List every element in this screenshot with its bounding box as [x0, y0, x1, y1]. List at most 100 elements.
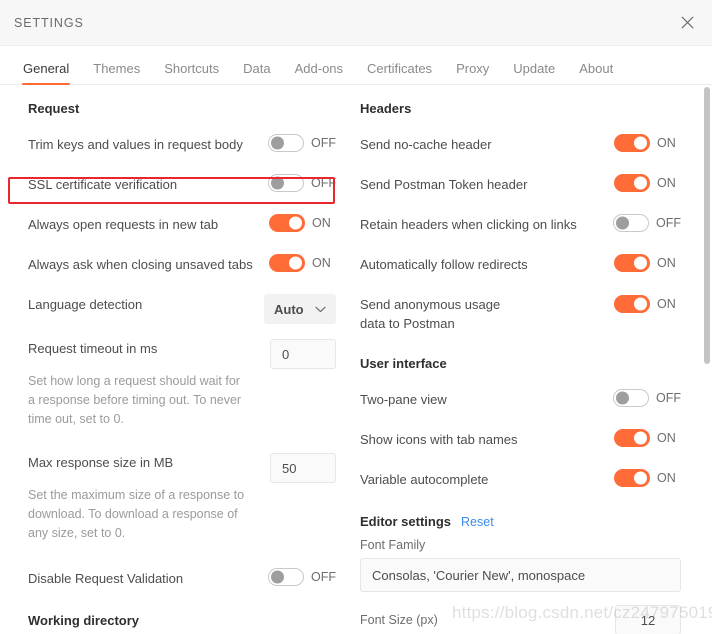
- toggle-send-no-cache-header[interactable]: ON: [614, 134, 681, 152]
- toggle-knob: [634, 297, 647, 311]
- toggle-ssl-certificate-verification[interactable]: OFF: [268, 174, 336, 192]
- setting-row-trim-keys: Trim keys and values in request body OFF: [28, 125, 336, 165]
- font-size-label: Font Size (px): [360, 613, 438, 627]
- toggle-state-label: ON: [657, 297, 676, 311]
- toggle-state-label: ON: [657, 256, 676, 270]
- toggle-switch[interactable]: [268, 568, 304, 586]
- setting-label: Request timeout in ms: [28, 341, 158, 356]
- toggle-variable-autocomplete[interactable]: ON: [614, 469, 681, 487]
- setting-label: Max response size in MB: [28, 455, 174, 470]
- toggle-switch[interactable]: [268, 174, 304, 192]
- toggle-disable-request-validation[interactable]: OFF: [268, 568, 336, 586]
- setting-row-disable-request-validation: Disable Request Validation OFF: [28, 559, 336, 599]
- toggle-knob: [289, 256, 302, 270]
- font-family-input[interactable]: Consolas, 'Courier New', monospace: [360, 558, 681, 592]
- tab-general[interactable]: General: [11, 62, 81, 85]
- toggle-send-anonymous-usage-data[interactable]: ON: [614, 295, 681, 313]
- toggle-switch[interactable]: [613, 389, 649, 407]
- toggle-always-open-new-tab[interactable]: ON: [269, 214, 336, 232]
- tab-about[interactable]: About: [567, 62, 625, 84]
- toggle-state-label: OFF: [656, 391, 681, 405]
- setting-row-show-icons-with-tab-names: Show icons with tab names ON: [360, 420, 681, 460]
- toggle-show-icons-with-tab-names[interactable]: ON: [614, 429, 681, 447]
- toggle-switch[interactable]: [613, 214, 649, 232]
- toggle-retain-headers[interactable]: OFF: [613, 214, 681, 232]
- toggle-state-label: ON: [657, 431, 676, 445]
- tab-proxy[interactable]: Proxy: [444, 62, 501, 84]
- max-response-size-input[interactable]: 50: [270, 453, 336, 483]
- section-title-editor-settings: Editor settings: [360, 514, 452, 529]
- setting-row-always-ask-unsaved-tabs: Always ask when closing unsaved tabs ON: [28, 245, 336, 285]
- toggle-switch[interactable]: [614, 429, 650, 447]
- left-column: Request Trim keys and values in request …: [0, 101, 350, 634]
- setting-label: Disable Request Validation: [28, 571, 184, 586]
- toggle-follow-redirects[interactable]: ON: [614, 254, 681, 272]
- tab-certificates[interactable]: Certificates: [355, 62, 444, 84]
- toggle-knob: [616, 216, 629, 230]
- setting-label: Always ask when closing unsaved tabs: [28, 257, 253, 272]
- toggle-state-label: OFF: [311, 136, 336, 150]
- toggle-knob: [634, 136, 647, 150]
- toggle-knob: [616, 391, 629, 405]
- scrollbar-thumb[interactable]: [704, 87, 710, 364]
- toggle-switch[interactable]: [614, 174, 650, 192]
- request-timeout-input[interactable]: 0: [270, 339, 336, 369]
- tab-themes[interactable]: Themes: [81, 62, 152, 84]
- setting-description: Set the maximum size of a response to do…: [28, 488, 245, 540]
- tab-shortcuts[interactable]: Shortcuts: [152, 62, 231, 84]
- close-button[interactable]: [676, 12, 698, 34]
- setting-row-follow-redirects: Automatically follow redirects ON: [360, 245, 681, 285]
- section-title-user-interface: User interface: [360, 356, 447, 371]
- toggle-switch[interactable]: [614, 254, 650, 272]
- toggle-switch[interactable]: [614, 134, 650, 152]
- toggle-knob: [271, 136, 284, 150]
- toggle-switch[interactable]: [269, 254, 305, 272]
- setting-row-send-no-cache-header: Send no-cache header ON: [360, 125, 681, 165]
- toggle-always-ask-unsaved-tabs[interactable]: ON: [269, 254, 336, 272]
- toggle-switch[interactable]: [269, 214, 305, 232]
- toggle-state-label: ON: [312, 256, 331, 270]
- reset-editor-settings-link[interactable]: Reset: [461, 515, 494, 529]
- setting-label: Always open requests in new tab: [28, 217, 219, 232]
- tab-data[interactable]: Data: [231, 62, 282, 84]
- toggle-state-label: OFF: [311, 570, 336, 584]
- title-bar: SETTINGS: [0, 0, 712, 46]
- setting-row-two-pane-view: Two-pane view OFF: [360, 380, 681, 420]
- setting-row-ssl-certificate-verification: SSL certificate verification OFF: [28, 165, 336, 205]
- setting-label: Two-pane view: [360, 392, 447, 407]
- setting-label: SSL certificate verification: [28, 177, 178, 192]
- toggle-state-label: ON: [657, 176, 676, 190]
- font-size-input[interactable]: 12: [615, 605, 681, 634]
- setting-label: Variable autocomplete: [360, 472, 489, 487]
- editor-settings-header: Editor settings Reset: [360, 514, 681, 529]
- select-value: Auto: [274, 301, 304, 317]
- toggle-knob: [271, 570, 284, 584]
- page-title: SETTINGS: [14, 15, 84, 30]
- setting-label: Send anonymous usage data to Postman: [360, 297, 501, 331]
- toggle-knob: [634, 256, 647, 270]
- toggle-switch[interactable]: [614, 295, 650, 313]
- tab-add-ons[interactable]: Add-ons: [283, 62, 355, 84]
- toggle-knob: [271, 176, 284, 190]
- toggle-switch[interactable]: [614, 469, 650, 487]
- toggle-trim-keys[interactable]: OFF: [268, 134, 336, 152]
- setting-row-send-anonymous-usage-data: Send anonymous usage data to Postman ON: [360, 285, 681, 342]
- toggle-two-pane-view[interactable]: OFF: [613, 389, 681, 407]
- setting-label: Show icons with tab names: [360, 432, 518, 447]
- toggle-send-postman-token-header[interactable]: ON: [614, 174, 681, 192]
- settings-content: Request Trim keys and values in request …: [0, 85, 712, 634]
- vertical-scrollbar[interactable]: [702, 85, 712, 634]
- language-detection-select[interactable]: Auto: [264, 294, 336, 324]
- toggle-state-label: OFF: [311, 176, 336, 190]
- setting-label: Retain headers when clicking on links: [360, 217, 577, 232]
- setting-description: Set how long a request should wait for a…: [28, 374, 242, 426]
- setting-row-send-postman-token-header: Send Postman Token header ON: [360, 165, 681, 205]
- settings-tabs: General Themes Shortcuts Data Add-ons Ce…: [0, 46, 712, 85]
- toggle-state-label: OFF: [656, 216, 681, 230]
- setting-row-variable-autocomplete: Variable autocomplete ON: [360, 460, 681, 500]
- setting-label: Automatically follow redirects: [360, 257, 528, 272]
- setting-label: Trim keys and values in request body: [28, 137, 243, 152]
- close-icon: [680, 15, 695, 30]
- tab-update[interactable]: Update: [501, 62, 567, 84]
- toggle-switch[interactable]: [268, 134, 304, 152]
